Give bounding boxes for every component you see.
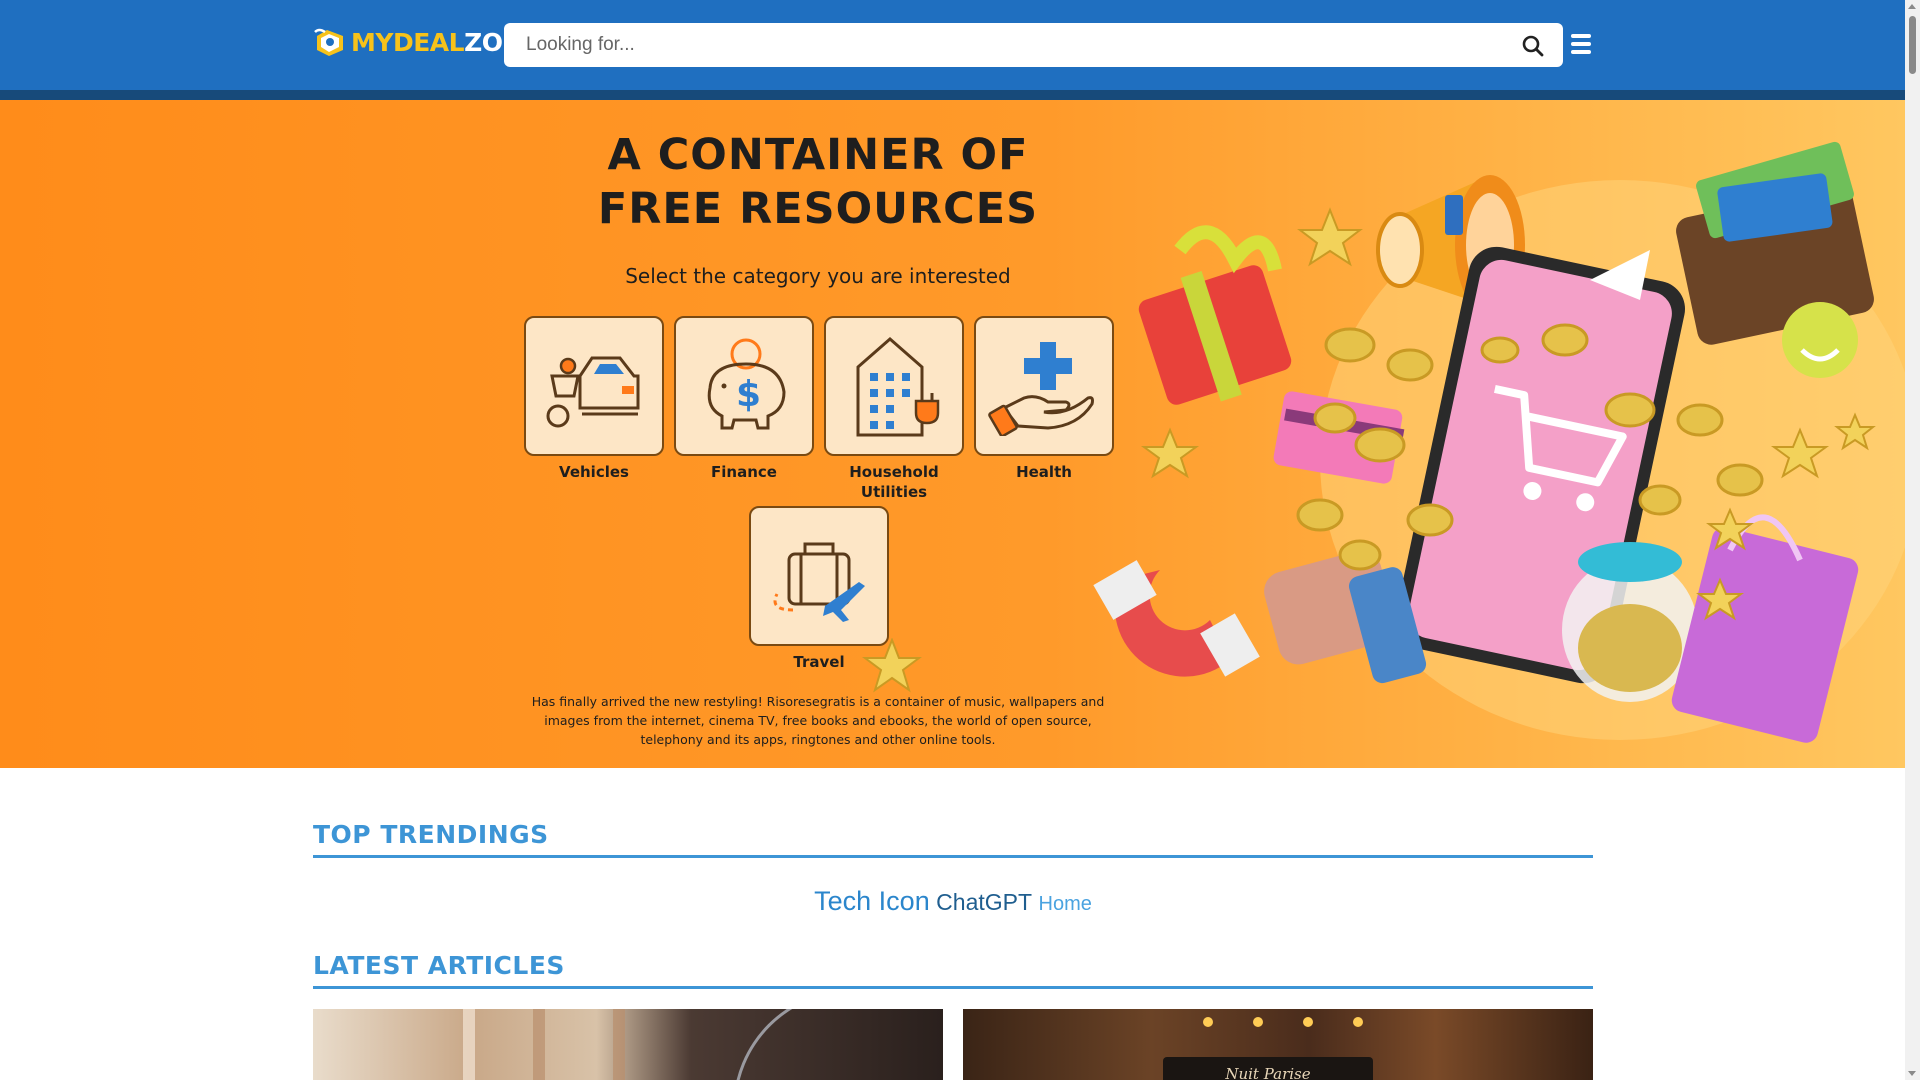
window-frame bbox=[463, 1009, 475, 1080]
logo-tag-icon bbox=[314, 28, 343, 56]
scroll-down-arrow-icon[interactable] bbox=[1908, 1071, 1916, 1076]
scroll-up-arrow-icon[interactable] bbox=[1908, 4, 1916, 9]
hero-subtitle: Select the category you are interested bbox=[625, 264, 1011, 288]
light-dot bbox=[1353, 1017, 1363, 1027]
category-tile: $ bbox=[674, 316, 814, 456]
site-logo[interactable]: MYDEALZON bbox=[313, 24, 523, 60]
logo-text-yellow: MYDEAL bbox=[351, 27, 465, 57]
trending-tag-tech-icon[interactable]: Tech Icon bbox=[814, 886, 930, 917]
car-roof bbox=[733, 1009, 943, 1080]
section-divider bbox=[313, 855, 1593, 858]
latest-articles-title: LATEST ARTICLES bbox=[313, 951, 565, 980]
piggy-bank-icon: $ bbox=[707, 338, 786, 430]
category-household-utilities[interactable]: Household Utilities bbox=[824, 316, 964, 502]
category-finance[interactable]: $ Finance bbox=[674, 316, 814, 482]
article-card-car-showroom[interactable] bbox=[313, 1009, 943, 1080]
site-header: MYDEALZON bbox=[0, 0, 1905, 90]
category-health[interactable]: Health bbox=[974, 316, 1114, 482]
magnet-icon bbox=[1093, 560, 1260, 677]
hand-cross-icon bbox=[988, 342, 1094, 436]
page: MYDEALZON Looking for... A CONTAINER OF … bbox=[0, 0, 1920, 1080]
hero-title-line-1: A CONTAINER OF bbox=[607, 130, 1029, 180]
hero-title-line-2: FREE RESOURCES bbox=[597, 184, 1039, 234]
light-dot bbox=[1303, 1017, 1313, 1027]
trending-tags: Tech Icon ChatGPT Home bbox=[313, 886, 1593, 917]
search-input[interactable] bbox=[526, 23, 1486, 67]
vehicles-icon bbox=[546, 356, 640, 428]
hero-description: Has finally arrived the new restyling! R… bbox=[531, 694, 1105, 747]
hero-title: A CONTAINER OF FREE RESOURCES bbox=[560, 128, 1076, 236]
light-dot bbox=[1253, 1017, 1263, 1027]
section-divider bbox=[313, 986, 1593, 989]
category-label: Health bbox=[1016, 463, 1072, 481]
window-frame bbox=[613, 1009, 625, 1080]
article-card-storefront[interactable]: Nuit Parise bbox=[963, 1009, 1593, 1080]
gift-box-icon bbox=[1138, 225, 1292, 405]
light-dot bbox=[1203, 1017, 1213, 1027]
scrollbar-thumb[interactable] bbox=[1909, 16, 1916, 74]
category-tile bbox=[524, 316, 664, 456]
category-label: Household Utilities bbox=[849, 463, 939, 501]
window-frame bbox=[533, 1009, 545, 1080]
search-icon[interactable] bbox=[1520, 33, 1546, 59]
search-bar bbox=[504, 23, 1563, 67]
hamburger-menu-icon[interactable] bbox=[1571, 34, 1593, 56]
menu-bar bbox=[1571, 50, 1591, 54]
suitcase-plane-icon bbox=[773, 542, 865, 622]
hero-banner: A CONTAINER OF FREE RESOURCES Select the… bbox=[0, 100, 1905, 768]
category-label: Vehicles bbox=[559, 463, 629, 481]
header-stripe bbox=[0, 90, 1905, 100]
top-trendings-title: TOP TRENDINGS bbox=[313, 820, 549, 849]
trending-tag-home[interactable]: Home bbox=[1039, 893, 1092, 916]
category-vehicles[interactable]: Vehicles bbox=[524, 316, 664, 482]
building-plug-icon bbox=[856, 337, 940, 437]
shopping-illustration bbox=[1093, 141, 1905, 743]
menu-bar bbox=[1571, 34, 1591, 38]
category-tile bbox=[824, 316, 964, 456]
menu-bar bbox=[1571, 42, 1591, 46]
category-label: Finance bbox=[711, 463, 777, 481]
svg-text:$: $ bbox=[736, 374, 761, 415]
trending-tag-chatgpt[interactable]: ChatGPT bbox=[936, 889, 1032, 916]
category-tile bbox=[974, 316, 1114, 456]
store-sign: Nuit Parise bbox=[1163, 1057, 1373, 1080]
page-scrollbar[interactable] bbox=[1905, 0, 1920, 1080]
star-icon bbox=[862, 638, 922, 693]
logo-text: MYDEALZON bbox=[351, 28, 523, 57]
category-tile bbox=[749, 506, 889, 646]
